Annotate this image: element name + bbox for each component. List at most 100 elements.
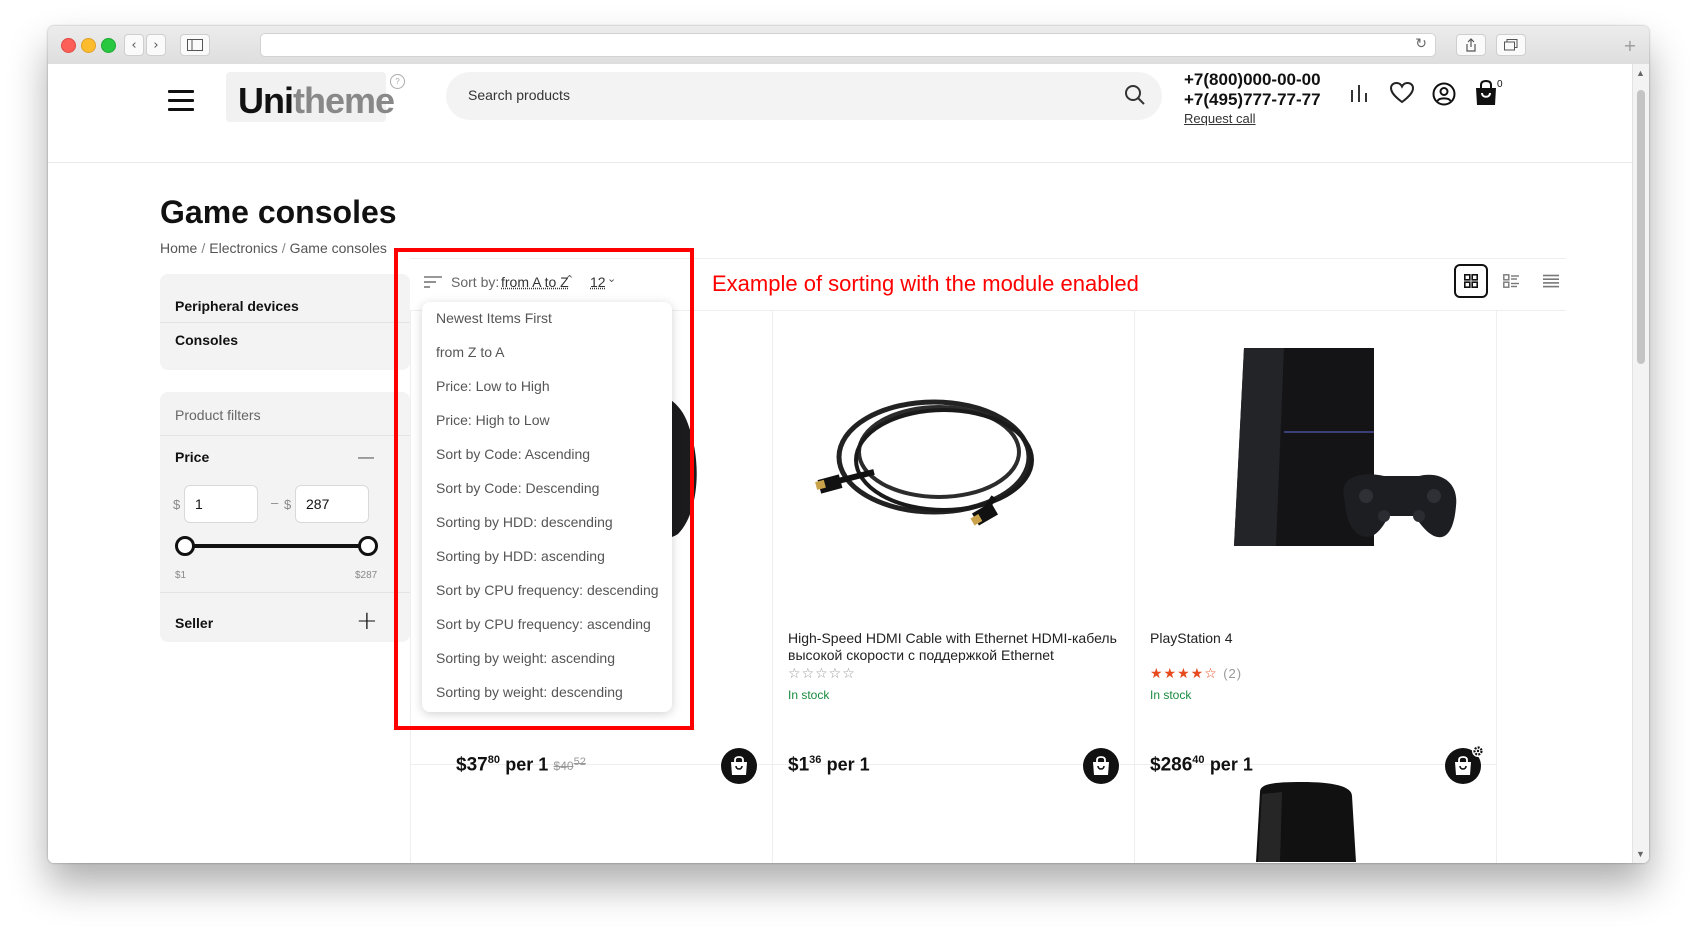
price-main: $286 bbox=[1150, 754, 1193, 776]
contact-phones: +7(800)000-00-00 +7(495)777-77-77 Reques… bbox=[1184, 70, 1321, 126]
price-slider-min-handle[interactable] bbox=[175, 536, 195, 556]
price-unit: per 1 bbox=[505, 754, 549, 775]
close-window-button[interactable] bbox=[61, 38, 76, 53]
price-max-label: $287 bbox=[355, 570, 378, 581]
rating-stars: ☆☆☆☆☆ bbox=[788, 666, 856, 682]
wishlist-heart-icon[interactable] bbox=[1390, 82, 1414, 104]
back-button[interactable]: ‹ bbox=[124, 34, 144, 56]
price-min-label: $1 bbox=[175, 570, 187, 581]
grid-view-button[interactable] bbox=[1454, 264, 1488, 298]
product-name[interactable]: PlayStation 4 bbox=[1150, 630, 1470, 647]
logo-mark-icon: ? bbox=[390, 74, 405, 89]
settings-gear-icon bbox=[1472, 745, 1484, 757]
product-filters-panel: Product filters Price — $ – $ $1 $287 Se… bbox=[160, 392, 410, 642]
category-consoles[interactable]: Consoles bbox=[175, 332, 238, 348]
cart-bag-icon bbox=[731, 756, 747, 775]
price-slider-track bbox=[188, 544, 368, 548]
price-cents: 36 bbox=[809, 754, 822, 766]
share-icon bbox=[1466, 38, 1476, 52]
share-button[interactable] bbox=[1456, 34, 1486, 56]
xbox-360-product-image[interactable] bbox=[1252, 782, 1364, 862]
request-call-link[interactable]: Request call bbox=[1184, 111, 1321, 126]
old-price: $4052 bbox=[553, 756, 586, 774]
back-icon: ‹ bbox=[131, 37, 137, 53]
sidebar-toggle-button[interactable] bbox=[180, 34, 210, 56]
breadcrumb-current: Game consoles bbox=[289, 240, 387, 256]
price-filter-title[interactable]: Price bbox=[175, 449, 209, 465]
rating-stars: ★★★★☆ (2) bbox=[1150, 666, 1243, 682]
forward-button[interactable]: › bbox=[146, 34, 166, 56]
list-view-icon bbox=[1503, 274, 1519, 288]
list-view-button[interactable] bbox=[1494, 264, 1528, 298]
hdmi-cable-product-image[interactable] bbox=[814, 382, 1044, 532]
vertical-scrollbar[interactable]: ▲ ▼ bbox=[1632, 64, 1649, 863]
phone-2[interactable]: +7(495)777-77-77 bbox=[1184, 90, 1321, 110]
account-user-icon[interactable] bbox=[1432, 82, 1456, 106]
tabs-icon bbox=[1504, 39, 1518, 51]
filters-heading: Product filters bbox=[175, 407, 261, 423]
site-logo[interactable]: Unitheme ? bbox=[226, 72, 405, 122]
breadcrumb-separator: / bbox=[281, 240, 286, 256]
price-unit: per 1 bbox=[1209, 754, 1253, 775]
scroll-up-arrow-icon[interactable]: ▲ bbox=[1636, 68, 1645, 78]
grid-view-icon bbox=[1464, 274, 1478, 288]
stock-status: In stock bbox=[1150, 688, 1192, 702]
product-price: $136 per 1 bbox=[788, 754, 870, 776]
tabs-button[interactable] bbox=[1496, 34, 1526, 56]
compact-list-icon bbox=[1543, 274, 1559, 288]
compare-icon[interactable] bbox=[1348, 82, 1370, 104]
category-list: Peripheral devices Consoles bbox=[160, 274, 410, 370]
range-dash: – bbox=[271, 495, 279, 510]
cart-count-badge: 0 bbox=[1497, 79, 1503, 90]
cart-bag-icon bbox=[1455, 756, 1471, 775]
search-icon[interactable] bbox=[1124, 84, 1146, 106]
phone-1[interactable]: +7(800)000-00-00 bbox=[1184, 70, 1321, 90]
zoom-window-button[interactable] bbox=[101, 38, 116, 53]
price-unit: per 1 bbox=[826, 754, 870, 775]
expand-plus-icon[interactable]: + bbox=[356, 606, 378, 636]
add-to-cart-button[interactable] bbox=[1445, 745, 1484, 784]
browser-toolbar: ‹ › ↻ + bbox=[48, 26, 1649, 65]
breadcrumb-home[interactable]: Home bbox=[160, 240, 197, 256]
category-peripheral-devices[interactable]: Peripheral devices bbox=[175, 298, 299, 314]
playstation-4-product-image[interactable] bbox=[1224, 346, 1464, 566]
seller-filter-title[interactable]: Seller bbox=[175, 615, 213, 631]
cart-bag-icon bbox=[1093, 756, 1109, 775]
web-page: Unitheme ? +7(800)000-00-00 +7(495)777-7… bbox=[48, 64, 1633, 863]
scroll-down-arrow-icon[interactable]: ▼ bbox=[1636, 849, 1645, 859]
sidebar-icon bbox=[187, 39, 203, 51]
logo-text-uni: Uni bbox=[238, 80, 294, 121]
stock-status: In stock bbox=[788, 688, 830, 702]
new-tab-button[interactable]: + bbox=[1620, 34, 1640, 56]
address-bar[interactable]: ↻ bbox=[260, 33, 1436, 57]
search-input[interactable] bbox=[466, 86, 1070, 104]
logo-text-theme: theme bbox=[293, 80, 395, 121]
price-main: $1 bbox=[788, 754, 810, 776]
breadcrumb-electronics[interactable]: Electronics bbox=[209, 240, 277, 256]
reload-icon[interactable]: ↻ bbox=[1415, 36, 1427, 52]
menu-icon[interactable] bbox=[168, 90, 194, 117]
minimize-window-button[interactable] bbox=[81, 38, 96, 53]
price-slider-max-handle[interactable] bbox=[358, 536, 378, 556]
add-to-cart-button[interactable] bbox=[1083, 748, 1119, 784]
compact-list-view-button[interactable] bbox=[1534, 264, 1568, 298]
forward-icon: › bbox=[153, 37, 159, 53]
product-name[interactable]: High-Speed HDMI Cable with Ethernet HDMI… bbox=[788, 630, 1118, 664]
price-cents: 80 bbox=[487, 754, 500, 766]
product-price: $28640 per 1 bbox=[1150, 754, 1253, 776]
site-header: Unitheme ? +7(800)000-00-00 +7(495)777-7… bbox=[48, 64, 1633, 163]
price-max-input[interactable] bbox=[295, 485, 369, 523]
scrollbar-thumb[interactable] bbox=[1637, 90, 1645, 364]
breadcrumb: Home / Electronics / Game consoles bbox=[160, 240, 387, 256]
price-min-input[interactable] bbox=[184, 485, 258, 523]
collapse-icon[interactable]: — bbox=[358, 449, 374, 467]
add-to-cart-button[interactable] bbox=[721, 748, 757, 784]
page-title: Game consoles bbox=[160, 194, 397, 230]
search-box bbox=[446, 72, 1162, 120]
review-count[interactable]: (2) bbox=[1223, 666, 1242, 681]
product-price: $3780 per 1 $4052 bbox=[456, 754, 586, 776]
breadcrumb-separator: / bbox=[201, 240, 206, 256]
price-main: $37 bbox=[456, 754, 488, 776]
currency-symbol: $ bbox=[284, 497, 292, 512]
cart-bag-icon[interactable] bbox=[1474, 80, 1498, 106]
